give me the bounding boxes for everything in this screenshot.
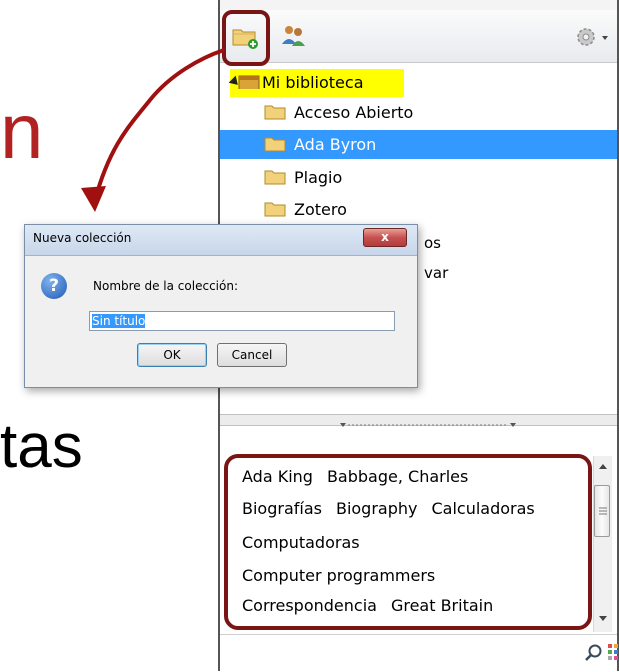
obscured-item-fragment: var [424,264,449,282]
gear-icon [577,28,608,46]
tree-item-zotero[interactable]: Zotero [220,195,617,224]
ok-button[interactable]: OK [137,343,207,367]
cancel-button[interactable]: Cancel [217,343,287,367]
tree-item-ada-byron[interactable]: Ada Byron [220,130,617,159]
collections-toolbar [220,10,617,63]
slide-text-fragment-bottom: tas [0,412,83,481]
tag-scrollbar[interactable] [593,456,612,632]
thumb-grip-icon [599,507,607,515]
collection-name-value: Sin título [92,314,146,328]
library-icon [238,75,260,89]
tag-filter-bar [220,634,619,672]
tree-root-label: Mi biblioteca [262,73,364,92]
scroll-up-icon[interactable] [599,464,607,469]
tree-item-plagio[interactable]: Plagio [220,163,617,192]
dialog-titlebar[interactable]: Nueva colección x [25,225,417,256]
folder-icon [264,137,286,152]
folder-icon [264,170,286,185]
tag-color-icon[interactable] [608,644,619,660]
new-collection-dialog: Nueva colección x ? Nombre de la colecci… [24,224,418,388]
tree-item-label: Plagio [294,168,343,187]
annotation-tags-highlight [224,454,592,630]
obscured-item-fragment: os [424,234,441,252]
annotation-button-highlight [222,10,270,66]
scrollbar-thumb[interactable] [594,485,610,537]
scroll-down-icon[interactable] [599,616,607,621]
group-add-icon [282,26,305,46]
tree-root-my-library[interactable]: Mi biblioteca [220,68,617,97]
slide-text-fragment-top: n [0,87,44,175]
tree-item-label: Ada Byron [294,135,377,154]
collection-name-input[interactable]: Sin título [89,311,395,331]
close-button[interactable]: x [363,228,407,247]
tree-item-label: Zotero [294,200,347,219]
actions-menu-button[interactable] [572,24,612,50]
search-icon[interactable] [584,643,604,663]
new-group-button[interactable] [278,22,308,50]
folder-icon [264,202,286,217]
pane-splitter[interactable] [220,414,617,427]
question-icon: ? [41,273,67,299]
tree-item-acceso-abierto[interactable]: Acceso Abierto [220,98,617,127]
dialog-prompt: Nombre de la colección: [93,279,238,293]
folder-icon [264,105,286,120]
tree-item-label: Acceso Abierto [294,103,414,122]
dialog-title: Nueva colección [33,231,132,245]
